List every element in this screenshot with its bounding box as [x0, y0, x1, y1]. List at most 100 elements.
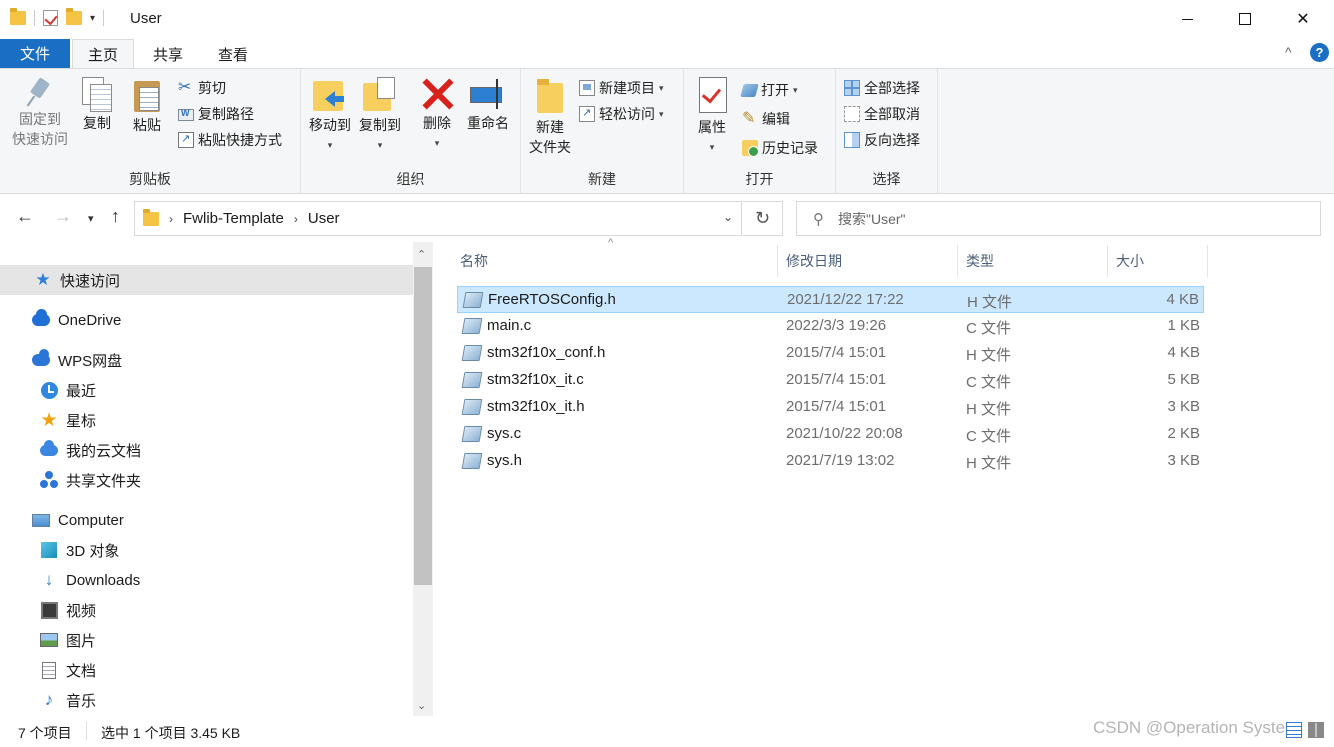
nav-computer[interactable]: Computer — [32, 505, 124, 535]
file-row[interactable]: main.c 2022/3/3 19:26 C 文件 1 KB — [457, 313, 1204, 340]
cut-button[interactable]: 剪切 — [178, 77, 226, 99]
pin-label-line1: 固定到 — [19, 111, 61, 127]
nav-recent[interactable]: 最近 — [40, 375, 96, 405]
nav-music[interactable]: ♪ 音乐 — [40, 685, 96, 715]
edit-button[interactable]: 编辑 — [742, 108, 790, 130]
history-button[interactable]: 历史记录 — [742, 137, 818, 159]
breadcrumb-item[interactable]: Fwlib-Template — [183, 210, 284, 227]
easy-access-button[interactable]: 轻松访问 ▾ — [579, 103, 664, 125]
file-row[interactable]: sys.h 2021/7/19 13:02 H 文件 3 KB — [457, 448, 1204, 475]
tab-home[interactable]: 主页 — [72, 39, 134, 69]
file-row[interactable]: sys.c 2021/10/22 20:08 C 文件 2 KB — [457, 421, 1204, 448]
file-name: sys.c — [487, 425, 522, 442]
up-arrow-icon[interactable]: ↑ — [111, 206, 120, 227]
nav-label: 3D 对象 — [66, 542, 120, 560]
file-row[interactable]: FreeRTOSConfig.h 2021/12/22 17:22 H 文件 4… — [457, 286, 1204, 313]
help-icon[interactable]: ? — [1310, 43, 1329, 62]
easy-access-label: 轻松访问 — [599, 106, 655, 122]
nav-onedrive[interactable]: OneDrive — [32, 305, 121, 335]
copy-to-button[interactable]: 复制到 ▾ — [355, 77, 405, 155]
file-date: 2021/7/19 13:02 — [786, 452, 895, 469]
window-title: User — [130, 10, 162, 27]
rename-icon — [470, 77, 506, 111]
scrollbar-thumb[interactable] — [414, 267, 432, 585]
copy-to-label: 复制到 — [359, 117, 401, 133]
nav-label: 图片 — [66, 632, 97, 650]
nav-wps-drive[interactable]: WPS网盘 — [32, 345, 122, 375]
paste-button[interactable]: 粘贴 — [127, 77, 167, 135]
back-arrow-icon[interactable]: ← — [16, 206, 34, 227]
collapse-ribbon-icon[interactable]: ^ — [1285, 44, 1292, 60]
rename-button[interactable]: 重命名 — [463, 77, 513, 133]
address-dropdown-icon[interactable]: ⌄ — [723, 210, 733, 224]
move-to-button[interactable]: 移动到 ▾ — [305, 77, 355, 155]
refresh-button[interactable]: ↻ — [743, 201, 783, 236]
open-button[interactable]: 打开 ▾ — [740, 79, 798, 101]
new-item-button[interactable]: 新建项目 ▾ — [579, 77, 664, 99]
recent-locations-chevron-icon[interactable]: ▾ — [88, 212, 94, 225]
open-icon — [740, 83, 759, 97]
invert-selection-button[interactable]: 反向选择 — [844, 129, 920, 151]
close-button[interactable]: ✕ — [1274, 0, 1332, 38]
breadcrumb-separator-icon[interactable]: › — [294, 212, 298, 226]
paste-shortcut-button[interactable]: 粘贴快捷方式 — [178, 129, 282, 151]
select-none-button[interactable]: 全部取消 — [844, 103, 920, 125]
scroll-up-icon[interactable]: ⌃ — [417, 248, 426, 261]
nav-scrollbar[interactable]: ⌃ ⌄ — [413, 242, 433, 716]
search-placeholder: 搜索"User" — [838, 210, 906, 227]
nav-my-cloud-docs[interactable]: 我的云文档 — [40, 435, 141, 465]
nav-videos[interactable]: 视频 — [40, 595, 96, 625]
file-type: H 文件 — [966, 401, 1012, 418]
nav-label: 快速访问 — [60, 272, 121, 290]
large-icons-view-icon[interactable] — [1308, 722, 1324, 738]
properties-icon[interactable] — [43, 10, 58, 26]
delete-button[interactable]: 删除 ▾ — [419, 77, 455, 153]
column-header-name[interactable]: 名称 — [452, 245, 778, 277]
column-header-size[interactable]: 大小 — [1108, 245, 1208, 277]
new-folder-icon[interactable] — [66, 8, 82, 25]
scissors-icon — [178, 77, 194, 97]
nav-downloads[interactable]: ↓ Downloads — [40, 565, 140, 595]
tab-share[interactable]: 共享 — [138, 39, 198, 69]
column-header-type[interactable]: 类型 — [958, 245, 1108, 277]
file-row[interactable]: stm32f10x_conf.h 2015/7/4 15:01 H 文件 4 K… — [457, 340, 1204, 367]
breadcrumb-item[interactable]: User — [308, 210, 340, 227]
select-none-label: 全部取消 — [864, 106, 920, 122]
picture-icon — [40, 631, 58, 649]
nav-label: 文档 — [66, 662, 97, 680]
details-view-icon[interactable] — [1286, 722, 1302, 738]
nav-pictures[interactable]: 图片 — [40, 625, 96, 655]
copy-path-button[interactable]: 复制路径 — [178, 103, 254, 125]
properties-button[interactable]: 属性 ▾ — [692, 77, 732, 157]
tab-file[interactable]: 文件 — [0, 39, 70, 68]
column-header-date[interactable]: 修改日期 — [778, 245, 958, 277]
file-size: 4 KB — [1166, 291, 1199, 308]
file-name: stm32f10x_it.h — [487, 398, 585, 415]
navigation-pane: ★ 快速访问 OneDrive WPS网盘 最近 ★ 星标 我的云文档 共享文件… — [0, 242, 413, 716]
nav-label: Computer — [58, 511, 124, 529]
file-row[interactable]: stm32f10x_it.h 2015/7/4 15:01 H 文件 3 KB — [457, 394, 1204, 421]
pin-to-quick-access-button[interactable]: 固定到 快速访问 — [8, 77, 72, 149]
nav-documents[interactable]: 文档 — [40, 655, 96, 685]
customize-toolbar-icon[interactable]: ▾ — [90, 13, 95, 24]
open-group-label: 打开 — [745, 171, 774, 187]
search-input[interactable]: ⚲ 搜索"User" — [796, 201, 1321, 236]
tab-view[interactable]: 查看 — [202, 39, 264, 69]
new-folder-button[interactable]: 新建 文件夹 — [525, 77, 575, 157]
maximize-button[interactable] — [1216, 0, 1274, 38]
folder-icon — [143, 208, 159, 226]
address-bar[interactable]: › Fwlib-Template › User ⌄ — [134, 201, 742, 236]
nav-starred[interactable]: ★ 星标 — [40, 405, 96, 435]
nav-quick-access[interactable]: ★ 快速访问 — [0, 265, 413, 295]
forward-arrow-icon[interactable]: → — [54, 206, 72, 227]
nav-shared-folder[interactable]: 共享文件夹 — [40, 465, 141, 495]
minimize-button[interactable] — [1158, 0, 1216, 38]
select-all-button[interactable]: 全部选择 — [844, 77, 920, 99]
breadcrumb-separator-icon[interactable]: › — [169, 212, 173, 226]
nav-3d-objects[interactable]: 3D 对象 — [40, 535, 119, 565]
copy-button[interactable]: 复制 — [78, 77, 116, 133]
invert-selection-label: 反向选择 — [864, 132, 920, 148]
paste-icon — [132, 77, 162, 113]
scroll-down-icon[interactable]: ⌄ — [417, 699, 426, 712]
file-row[interactable]: stm32f10x_it.c 2015/7/4 15:01 C 文件 5 KB — [457, 367, 1204, 394]
